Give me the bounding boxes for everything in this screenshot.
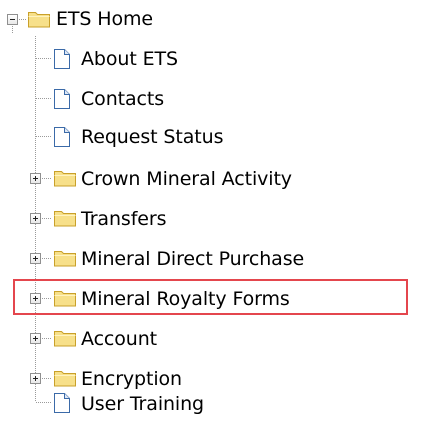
tree-item-contacts[interactable]: Contacts: [0, 80, 435, 118]
tree-item-crown-mineral-activity[interactable]: Crown Mineral Activity: [0, 160, 435, 198]
tree-item-account[interactable]: Account: [0, 320, 435, 358]
tree-item-label: Request Status: [81, 126, 224, 148]
folder-icon: [54, 171, 76, 187]
tree-root-ets-home[interactable]: ETS Home: [0, 0, 435, 38]
tree-item-transfers[interactable]: Transfers: [0, 200, 435, 238]
folder-icon: [54, 251, 76, 267]
tree-item-label: Mineral Royalty Forms: [81, 288, 290, 310]
expand-toggle-icon[interactable]: [30, 333, 41, 344]
tree-item-mineral-royalty-forms[interactable]: Mineral Royalty Forms: [0, 280, 435, 318]
tree-item-request-status[interactable]: Request Status: [0, 118, 435, 156]
tree-item-user-training[interactable]: User Training: [0, 385, 435, 423]
tree-item-mineral-direct-purchase[interactable]: Mineral Direct Purchase: [0, 240, 435, 278]
page-icon: [54, 393, 70, 413]
tree-root-label: ETS Home: [56, 8, 154, 30]
page-icon: [54, 127, 70, 147]
collapse-toggle-icon[interactable]: [7, 14, 18, 25]
tree-item-label: About ETS: [81, 48, 178, 70]
tree-item-label: Mineral Direct Purchase: [81, 248, 305, 270]
tree-item-label: Transfers: [81, 208, 167, 230]
folder-icon: [54, 331, 76, 347]
folder-icon: [28, 12, 50, 28]
tree-item-label: Contacts: [81, 88, 165, 110]
page-icon: [54, 49, 70, 69]
tree-item-label: User Training: [81, 393, 205, 415]
folder-icon: [54, 291, 76, 307]
navigation-tree: ETS Home About ETS Contacts Request Stat…: [0, 0, 435, 430]
tree-item-label: Crown Mineral Activity: [81, 168, 292, 190]
page-icon: [54, 89, 70, 109]
expand-toggle-icon[interactable]: [30, 213, 41, 224]
expand-toggle-icon[interactable]: [30, 293, 41, 304]
expand-toggle-icon[interactable]: [30, 253, 41, 264]
tree-item-label: Account: [81, 328, 158, 350]
expand-toggle-icon[interactable]: [30, 373, 41, 384]
folder-icon: [54, 211, 76, 227]
expand-toggle-icon[interactable]: [30, 173, 41, 184]
tree-item-about-ets[interactable]: About ETS: [0, 40, 435, 78]
